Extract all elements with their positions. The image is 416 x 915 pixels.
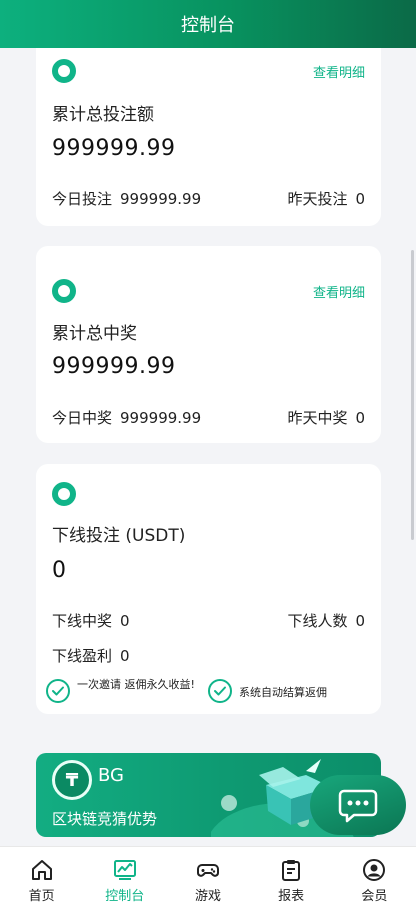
downline-win-label: 下线中奖 [52,612,113,630]
banner-slogan: 区块链竞猜优势 [52,810,158,828]
yesterday-bet: 昨天投注 0 [287,188,365,209]
tether-coin-icon: ₸ [52,760,92,800]
tab-reports-label: 报表 [278,889,305,904]
home-icon [31,860,52,880]
view-details-link[interactable]: 查看明细 [313,62,365,81]
total-win-card: 查看明细 累计总中奖 999999.99 今日中奖 999999.99 昨天中奖 0 [36,246,381,443]
check-circle-icon [208,679,232,703]
yesterday-win-label: 昨天中奖 [287,409,348,427]
ring-icon [52,279,76,303]
today-bet-label: 今日投注 [52,190,113,208]
total-bet-label: 累计总投注额 [52,105,154,125]
tab-dashboard[interactable]: 控制台 [90,858,160,904]
downline-win: 下线中奖 0 [52,610,130,631]
downline-count-value: 0 [355,612,365,630]
total-bet-card: 查看明细 累计总投注额 999999.99 今日投注 999999.99 昨天投注… [36,48,381,226]
tab-member[interactable]: 会员 [339,858,409,904]
tab-member-label: 会员 [361,889,388,904]
today-win: 今日中奖 999999.99 [52,407,201,428]
tab-home-label: 首页 [28,889,55,904]
main-scroll-area[interactable]: 查看明细 累计总投注额 999999.99 今日投注 999999.99 昨天投注… [0,48,416,846]
total-win-value: 999999.99 [52,354,176,379]
top-bar: 控制台 [0,0,416,48]
today-win-value: 999999.99 [120,409,202,427]
ring-icon [52,59,76,83]
downline-profit: 下线盈利 0 [52,645,130,666]
downline-bet-value: 0 [52,558,67,583]
downline-profit-label: 下线盈利 [52,647,113,665]
scrollbar[interactable] [411,250,414,540]
yesterday-bet-label: 昨天投注 [287,190,348,208]
ring-icon [52,482,76,506]
tab-dashboard-label: 控制台 [105,889,145,904]
check-circle-icon [46,679,70,703]
total-bet-value: 999999.99 [52,136,176,161]
yesterday-win-value: 0 [355,409,365,427]
invite-rebate-note: 一次邀请 返佣永久收益! [77,678,195,691]
downline-win-value: 0 [120,612,130,630]
yesterday-bet-value: 0 [355,190,365,208]
downline-count: 下线人数 0 [287,610,365,631]
banner-brand: BG [98,765,124,786]
bottom-tab-bar: 首页 控制台 游戏 报表 会员 [0,846,416,915]
report-icon [282,860,301,881]
tab-home[interactable]: 首页 [7,858,77,904]
today-win-label: 今日中奖 [52,409,113,427]
today-bet: 今日投注 999999.99 [52,188,201,209]
yesterday-win: 昨天中奖 0 [287,407,365,428]
downline-count-label: 下线人数 [287,612,348,630]
member-icon [363,859,386,881]
downline-bet-label: 下线投注 (USDT) [52,526,186,546]
dashboard-icon [113,860,136,880]
today-bet-value: 999999.99 [120,190,202,208]
chat-bubble-icon [338,789,378,823]
view-details-link[interactable]: 查看明细 [313,282,365,301]
tab-games[interactable]: 游戏 [173,858,243,904]
auto-settle-note: 系统自动结算返佣 [239,686,327,699]
gamepad-icon [196,864,219,877]
downline-profit-value: 0 [120,647,130,665]
total-win-label: 累计总中奖 [52,324,137,344]
tab-reports[interactable]: 报表 [256,858,326,904]
chat-button[interactable] [310,775,406,835]
tab-games-label: 游戏 [194,889,221,904]
downline-card: 下线投注 (USDT) 0 下线中奖 0 下线人数 0 下线盈利 0 一次邀请 返佣永… [36,464,381,714]
page-title: 控制台 [181,15,235,36]
